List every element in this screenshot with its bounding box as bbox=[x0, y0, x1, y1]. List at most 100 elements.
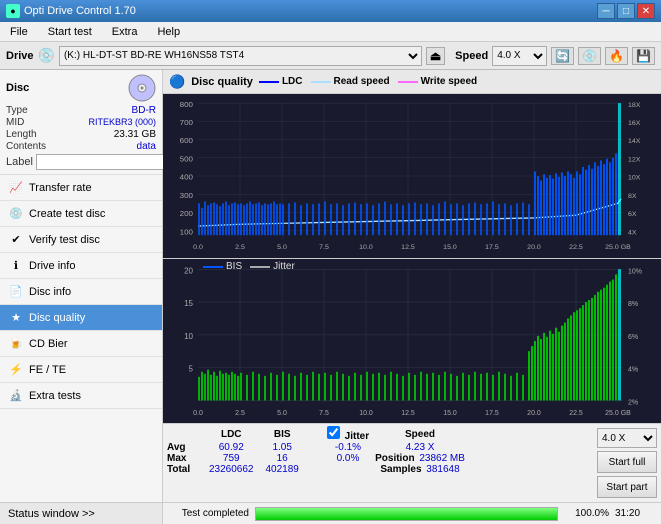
svg-text:20.0: 20.0 bbox=[527, 409, 541, 417]
svg-text:22.5: 22.5 bbox=[569, 244, 583, 251]
svg-text:17.5: 17.5 bbox=[485, 244, 499, 251]
ldc-total: 23260662 bbox=[203, 464, 260, 475]
create-test-disc-icon: 💿 bbox=[8, 206, 24, 222]
menu-start-test[interactable]: Start test bbox=[42, 24, 98, 40]
transfer-rate-icon: 📈 bbox=[8, 180, 24, 196]
contents-label: Contents bbox=[6, 141, 46, 152]
svg-text:4%: 4% bbox=[628, 366, 639, 374]
sidebar-item-cd-bier[interactable]: 🍺 CD Bier bbox=[0, 331, 162, 357]
svg-text:12.5: 12.5 bbox=[401, 244, 415, 251]
svg-text:12.5: 12.5 bbox=[401, 409, 415, 417]
max-row-label: Max bbox=[167, 453, 203, 464]
svg-text:0.0: 0.0 bbox=[193, 244, 203, 251]
menu-extra[interactable]: Extra bbox=[106, 24, 144, 40]
lower-chart-svg: 20 15 10 5 10% 8% 6% 4% 2% 0.0 2.5 5.0 bbox=[163, 259, 661, 423]
bis-legend: BIS bbox=[203, 261, 242, 272]
drive-select[interactable]: (K:) HL-DT-ST BD-RE WH16NS58 TST4 bbox=[59, 46, 422, 66]
mid-label: MID bbox=[6, 117, 24, 128]
svg-text:20: 20 bbox=[184, 266, 193, 275]
verify-test-disc-icon: ✔ bbox=[8, 232, 24, 248]
bis-legend-label: BIS bbox=[226, 261, 242, 272]
menu-file[interactable]: File bbox=[4, 24, 34, 40]
svg-text:15.0: 15.0 bbox=[443, 409, 457, 417]
content-area: 🔵 Disc quality LDC Read speed Write spee… bbox=[163, 70, 661, 524]
svg-text:4X: 4X bbox=[628, 230, 637, 237]
cd-bier-icon: 🍺 bbox=[8, 336, 24, 352]
disc-visual-icon bbox=[128, 74, 156, 102]
bis-col-header: BIS bbox=[260, 426, 305, 442]
progress-percent: 100.0% bbox=[564, 508, 609, 519]
read-speed-legend: Read speed bbox=[311, 76, 390, 87]
status-window-button[interactable]: Status window >> bbox=[0, 502, 162, 524]
eject-icon[interactable]: ⏏ bbox=[426, 47, 445, 65]
speed-icon[interactable]: 🔄 bbox=[551, 47, 574, 65]
jitter-header-label: Jitter bbox=[345, 431, 369, 442]
progress-bar-fill bbox=[256, 508, 557, 520]
svg-text:15: 15 bbox=[184, 299, 193, 308]
sidebar-menu: 📈 Transfer rate 💿 Create test disc ✔ Ver… bbox=[0, 175, 162, 502]
ldc-avg: 60.92 bbox=[203, 442, 260, 453]
app-title: Opti Drive Control 1.70 bbox=[24, 5, 136, 17]
menu-help[interactable]: Help bbox=[151, 24, 186, 40]
svg-text:5.0: 5.0 bbox=[277, 244, 287, 251]
speed-value: 4.23 X bbox=[371, 442, 469, 453]
sidebar-item-verify-test-disc[interactable]: ✔ Verify test disc bbox=[0, 227, 162, 253]
sidebar-item-transfer-rate[interactable]: 📈 Transfer rate bbox=[0, 175, 162, 201]
svg-text:500: 500 bbox=[180, 155, 193, 164]
total-row-label: Total bbox=[167, 464, 203, 475]
disc-icon2[interactable]: 💿 bbox=[578, 47, 601, 65]
sidebar: Disc Type BD-R MID RITEKBR3 (000) L bbox=[0, 70, 163, 524]
sidebar-item-label: Disc info bbox=[29, 286, 71, 298]
sidebar-item-disc-info[interactable]: 📄 Disc info bbox=[0, 279, 162, 305]
svg-text:10X: 10X bbox=[628, 175, 641, 182]
sidebar-item-label: Drive info bbox=[29, 260, 75, 272]
sidebar-item-create-test-disc[interactable]: 💿 Create test disc bbox=[0, 201, 162, 227]
svg-text:6%: 6% bbox=[628, 333, 639, 341]
minimize-button[interactable]: ─ bbox=[597, 3, 615, 19]
stats-bar: LDC BIS Jitter Speed Avg bbox=[163, 423, 661, 502]
save-icon[interactable]: 💾 bbox=[632, 47, 655, 65]
burn-icon[interactable]: 🔥 bbox=[605, 47, 628, 65]
start-part-button[interactable]: Start part bbox=[597, 476, 657, 498]
svg-text:6X: 6X bbox=[628, 211, 637, 218]
svg-text:2%: 2% bbox=[628, 398, 639, 406]
stat-table-area: LDC BIS Jitter Speed Avg bbox=[167, 426, 593, 475]
chart-icon: 🔵 bbox=[169, 74, 185, 90]
upper-chart: 800 700 600 500 400 300 200 100 18X 16X … bbox=[163, 94, 661, 259]
progress-time: 31:20 bbox=[615, 508, 655, 519]
type-label: Type bbox=[6, 105, 28, 116]
svg-text:7.5: 7.5 bbox=[319, 409, 329, 417]
sidebar-item-drive-info[interactable]: ℹ Drive info bbox=[0, 253, 162, 279]
mid-value: RITEKBR3 (000) bbox=[88, 117, 156, 128]
position-header: Position bbox=[375, 453, 414, 464]
label-input[interactable] bbox=[36, 154, 170, 170]
sidebar-item-fe-te[interactable]: ⚡ FE / TE bbox=[0, 357, 162, 383]
speed-select-stats[interactable]: 4.0 X bbox=[597, 428, 657, 448]
maximize-button[interactable]: □ bbox=[617, 3, 635, 19]
extra-tests-icon: 🔬 bbox=[8, 388, 24, 404]
jitter-checkbox[interactable] bbox=[327, 426, 340, 439]
svg-text:100: 100 bbox=[180, 228, 193, 237]
speed-col-header: Speed bbox=[371, 426, 469, 442]
svg-text:12X: 12X bbox=[628, 157, 641, 164]
svg-text:0.0: 0.0 bbox=[193, 409, 203, 417]
speed-select[interactable]: 4.0 X bbox=[492, 46, 547, 66]
charts-wrapper: 800 700 600 500 400 300 200 100 18X 16X … bbox=[163, 94, 661, 423]
start-full-button[interactable]: Start full bbox=[597, 451, 657, 473]
write-speed-legend: Write speed bbox=[398, 76, 478, 87]
sidebar-item-disc-quality[interactable]: ★ Disc quality bbox=[0, 305, 162, 331]
app-icon: ● bbox=[6, 4, 20, 18]
sidebar-item-label: FE / TE bbox=[29, 364, 66, 376]
fe-te-icon: ⚡ bbox=[8, 362, 24, 378]
svg-text:18X: 18X bbox=[628, 102, 641, 109]
sidebar-item-extra-tests[interactable]: 🔬 Extra tests bbox=[0, 383, 162, 409]
close-button[interactable]: ✕ bbox=[637, 3, 655, 19]
jitter-col-header: Jitter bbox=[325, 426, 371, 442]
label-label: Label bbox=[6, 156, 33, 168]
svg-text:5.0: 5.0 bbox=[277, 409, 287, 417]
samples-header: Samples bbox=[380, 464, 421, 475]
svg-text:10.0: 10.0 bbox=[359, 409, 373, 417]
disc-quality-icon: ★ bbox=[8, 310, 24, 326]
disc-panel: Disc Type BD-R MID RITEKBR3 (000) L bbox=[0, 70, 162, 175]
type-value: BD-R bbox=[132, 105, 156, 116]
